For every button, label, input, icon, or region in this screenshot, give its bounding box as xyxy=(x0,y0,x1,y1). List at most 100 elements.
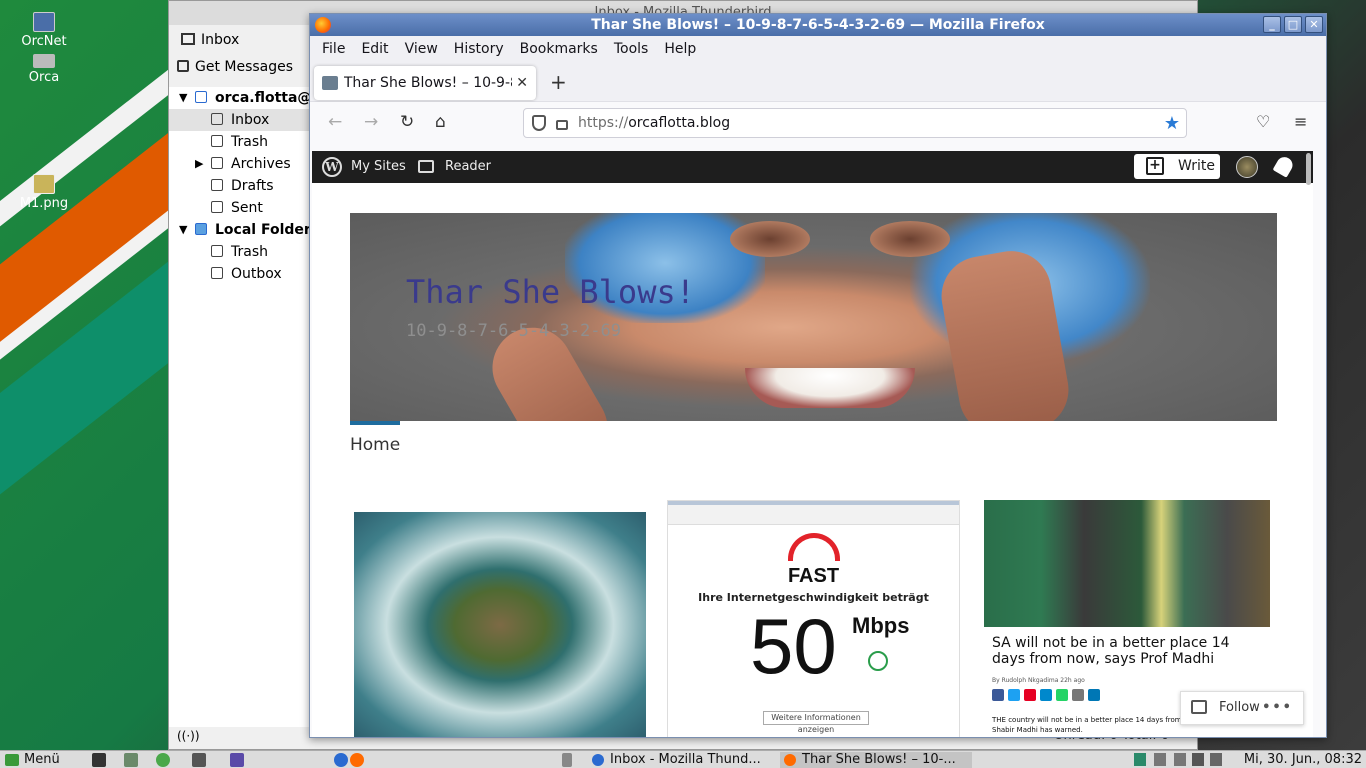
menu-file[interactable]: File xyxy=(322,41,345,57)
my-sites-link[interactable]: My Sites xyxy=(351,159,406,174)
telegram-icon xyxy=(1040,689,1052,701)
menu-label: Menü xyxy=(24,752,60,767)
desktop-icon-orca[interactable]: Orca xyxy=(4,54,84,85)
get-messages-label: Get Messages xyxy=(195,59,294,75)
folder-label: Trash xyxy=(231,134,268,150)
local-folder-outbox[interactable]: Outbox xyxy=(169,263,309,285)
header-image-detail xyxy=(870,221,950,257)
pinterest-icon xyxy=(1024,689,1036,701)
reader-icon[interactable] xyxy=(418,160,434,173)
avatar[interactable] xyxy=(1236,156,1258,178)
pocket-icon[interactable]: ♡ xyxy=(1256,112,1270,131)
write-button[interactable]: + Write xyxy=(1134,154,1220,179)
firefox-launcher-icon[interactable] xyxy=(350,753,364,767)
lock-icon[interactable] xyxy=(556,120,568,130)
file-manager-icon[interactable] xyxy=(124,753,138,767)
hamburger-menu-icon[interactable]: ≡ xyxy=(1294,112,1307,131)
thunderbird-tab-inbox[interactable]: Inbox xyxy=(173,27,239,53)
chevron-right-icon[interactable]: ▶ xyxy=(195,153,203,175)
get-messages-button[interactable]: Get Messages xyxy=(177,59,293,75)
folder-inbox[interactable]: Inbox xyxy=(169,109,309,131)
clock[interactable]: Mi, 30. Jun., 08:32 xyxy=(1244,752,1362,768)
volume-icon[interactable] xyxy=(1154,753,1166,766)
more-options-icon[interactable]: ••• xyxy=(1262,692,1293,724)
minimize-button[interactable]: _ xyxy=(1263,16,1281,33)
folder-label: Local Folders xyxy=(215,222,320,238)
mail-account-icon xyxy=(195,91,207,103)
taskbar-task-thunderbird[interactable]: Inbox - Mozilla Thund... xyxy=(588,752,776,768)
desktop-icon-m1-png[interactable]: M1.png xyxy=(4,174,84,211)
menu-bookmarks[interactable]: Bookmarks xyxy=(520,41,598,57)
post-thumbnail-island[interactable] xyxy=(354,512,646,737)
task-label: Inbox - Mozilla Thund... xyxy=(610,752,761,767)
home-button[interactable]: ⌂ xyxy=(435,112,446,132)
menu-tools[interactable]: Tools xyxy=(614,41,649,57)
settings-icon[interactable] xyxy=(230,753,244,767)
desktop-icon-orcnet[interactable]: OrcNet xyxy=(4,12,84,49)
follow-icon xyxy=(1191,700,1207,714)
menu-history[interactable]: History xyxy=(454,41,504,57)
news-byline: By Rudolph Nkgadima 22h ago xyxy=(992,677,1085,684)
reload-button[interactable]: ↻ xyxy=(400,112,414,132)
wordpress-logo-icon[interactable]: W xyxy=(322,157,342,177)
maximize-button[interactable]: □ xyxy=(1284,16,1302,33)
notifications-bell-icon[interactable] xyxy=(1272,154,1296,178)
tracking-protection-icon[interactable] xyxy=(532,115,546,131)
local-folders-row[interactable]: ▼ Local Folders xyxy=(169,219,319,241)
back-button[interactable]: ← xyxy=(328,112,342,132)
menu-view[interactable]: View xyxy=(405,41,438,57)
firefox-titlebar: Thar She Blows! – 10-9-8-7-6-5-4-3-2-69 … xyxy=(310,14,1326,36)
folder-label: Drafts xyxy=(231,178,274,194)
new-tab-button[interactable]: + xyxy=(550,70,567,94)
start-menu-button[interactable]: Menü xyxy=(2,752,60,768)
network-icon[interactable] xyxy=(1174,753,1186,766)
url-text[interactable]: https://orcaflotta.blog xyxy=(578,115,730,131)
forward-button[interactable]: → xyxy=(364,112,378,132)
chevron-down-icon[interactable]: ▼ xyxy=(179,219,187,241)
reader-link[interactable]: Reader xyxy=(445,159,491,174)
chevron-down-icon[interactable]: ▼ xyxy=(179,87,187,109)
bookmark-star-icon[interactable]: ★ xyxy=(1164,113,1180,134)
navigation-bar: ← → ↻ ⌂ https://orcaflotta.blog ★ ♡ ≡ xyxy=(310,102,1326,146)
folder-label: Sent xyxy=(231,200,263,216)
taskbar-task-firefox[interactable]: Thar She Blows! – 10-... xyxy=(780,752,972,768)
close-tab-icon[interactable]: ✕ xyxy=(516,75,528,91)
nav-home-link[interactable]: Home xyxy=(350,435,400,455)
whatsapp-icon xyxy=(1056,689,1068,701)
folder-archives[interactable]: ▶ Archives xyxy=(169,153,309,175)
battery-icon[interactable] xyxy=(1210,753,1222,766)
tray-app-icon[interactable] xyxy=(1134,753,1146,766)
post-thumbnail-speedtest[interactable]: FAST Ihre Internetgeschwindigkeit beträg… xyxy=(667,500,960,737)
thunderbird-launcher-icon[interactable] xyxy=(334,753,348,767)
write-label: Write xyxy=(1178,158,1215,174)
folder-trash[interactable]: Trash xyxy=(169,131,309,153)
scrollbar[interactable] xyxy=(1306,153,1311,185)
show-desktop-icon[interactable] xyxy=(562,753,572,767)
site-title[interactable]: Thar She Blows! xyxy=(406,273,695,311)
terminal-icon[interactable] xyxy=(92,753,106,767)
calculator-icon[interactable] xyxy=(192,753,206,767)
folder-label: Trash xyxy=(231,244,268,260)
folder-label: Outbox xyxy=(231,266,282,282)
folder-label: Archives xyxy=(231,156,291,172)
local-folder-trash[interactable]: Trash xyxy=(169,241,309,263)
browser-launcher-icon[interactable] xyxy=(156,753,170,767)
news-photo xyxy=(984,500,1270,627)
more-info-button: Weitere Informationen anzeigen xyxy=(763,711,869,734)
taskbar: Menü Inbox - Mozilla Thund... Thar She B… xyxy=(0,750,1366,768)
account-row[interactable]: ▼ orca.flotta@ xyxy=(169,87,311,109)
menu-help[interactable]: Help xyxy=(664,41,696,57)
archive-icon xyxy=(211,157,223,169)
folder-sent[interactable]: Sent xyxy=(169,197,309,219)
close-button[interactable]: ✕ xyxy=(1305,16,1323,33)
follow-button[interactable]: Follow ••• xyxy=(1180,691,1304,725)
twitter-icon xyxy=(1008,689,1020,701)
url-bar[interactable]: https://orcaflotta.blog ★ xyxy=(523,108,1187,138)
folder-drafts[interactable]: Drafts xyxy=(169,175,309,197)
browser-tab[interactable]: Thar She Blows! – 10-9-8-7-6-5-4-3-2-69 … xyxy=(314,66,536,100)
signal-icon[interactable] xyxy=(1192,753,1204,766)
follow-label: Follow xyxy=(1219,700,1260,715)
tab-bar: Thar She Blows! – 10-9-8-7-6-5-4-3-2-69 … xyxy=(310,62,1326,102)
screenshot-toolbar xyxy=(668,505,959,525)
menu-edit[interactable]: Edit xyxy=(361,41,388,57)
